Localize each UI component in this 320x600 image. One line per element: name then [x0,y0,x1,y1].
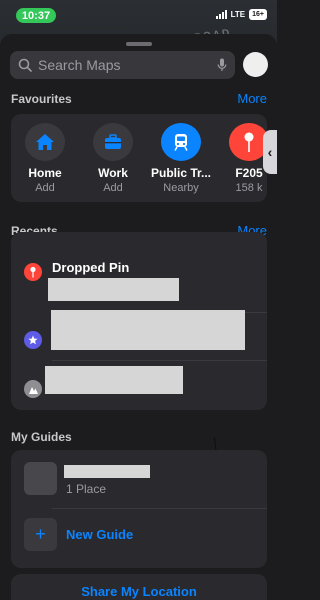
chevron-left-icon[interactable]: ‹ [263,130,277,174]
share-location-button[interactable]: Share My Location [11,574,267,600]
favourite-title: Work [98,166,128,180]
recent-item-dropped-pin[interactable]: Dropped Pin [11,256,267,304]
new-guide-label: New Guide [66,527,134,542]
maps-screen: ROAD 10:37 LTE 16+ Search Maps [0,0,277,600]
search-placeholder: Search Maps [38,57,121,73]
favourite-subtitle: Add [35,182,55,194]
share-location-label: Share My Location [81,584,197,599]
landmark-icon [24,380,42,398]
house-icon [25,123,65,161]
favourite-title: F205 [235,166,263,180]
favourites-header: Favourites More [11,91,267,106]
row-divider [52,360,267,361]
guides-title: My Guides [11,430,72,444]
sheet-grabber[interactable] [126,42,152,46]
guide-item[interactable]: 1 Place [11,450,267,506]
pin-icon [229,123,267,161]
favourite-subtitle: Add [103,182,123,194]
search-icon [18,58,32,72]
favourite-home[interactable]: Home Add [11,123,79,194]
star-icon [24,331,42,349]
favourite-public-transport[interactable]: Public Tr... Nearby [147,123,215,194]
favourite-f205[interactable]: F205 158 k [215,123,267,194]
redacted-guide-name [64,465,150,478]
guide-place-count: 1 Place [66,482,107,496]
favourites-card: Home Add Work Add Public Tr... Nearby F2… [11,114,267,202]
recent-item-title: Dropped Pin [52,260,130,275]
favourite-title: Public Tr... [150,166,212,180]
network-type: LTE [230,10,246,19]
favourite-subtitle: 158 k [235,182,263,194]
recent-item-3[interactable] [11,366,267,406]
favourite-title: Home [28,166,62,180]
status-indicators: LTE 16+ [215,9,267,20]
guides-header: My Guides [11,430,267,444]
redacted-place [45,366,183,394]
guides-card: 1 Place + New Guide [11,450,267,568]
battery-icon: 16+ [249,9,267,20]
account-avatar[interactable] [243,52,268,77]
signal-icon [215,10,227,19]
guide-thumbnail [24,462,57,495]
status-time[interactable]: 10:37 [16,8,56,23]
recents-card: Dropped Pin [11,232,267,410]
pin-icon [24,263,42,281]
favourites-title: Favourites [11,92,72,106]
redacted-place [51,310,245,350]
recent-item-2[interactable] [11,310,267,362]
favourite-subtitle: Nearby [163,182,199,194]
redacted-address [48,278,179,301]
new-guide-button[interactable]: + New Guide [11,510,267,566]
favourite-work[interactable]: Work Add [79,123,147,194]
plus-icon: + [24,518,57,551]
status-bar: 10:37 LTE 16+ [0,0,277,28]
bottom-sheet: Search Maps Favourites More Home Add Wor… [0,34,277,600]
row-divider [52,508,267,509]
favourites-more-link[interactable]: More [237,91,267,106]
briefcase-icon [93,123,133,161]
microphone-icon[interactable] [217,58,227,72]
tram-icon [161,123,201,161]
search-input[interactable]: Search Maps [10,51,235,79]
